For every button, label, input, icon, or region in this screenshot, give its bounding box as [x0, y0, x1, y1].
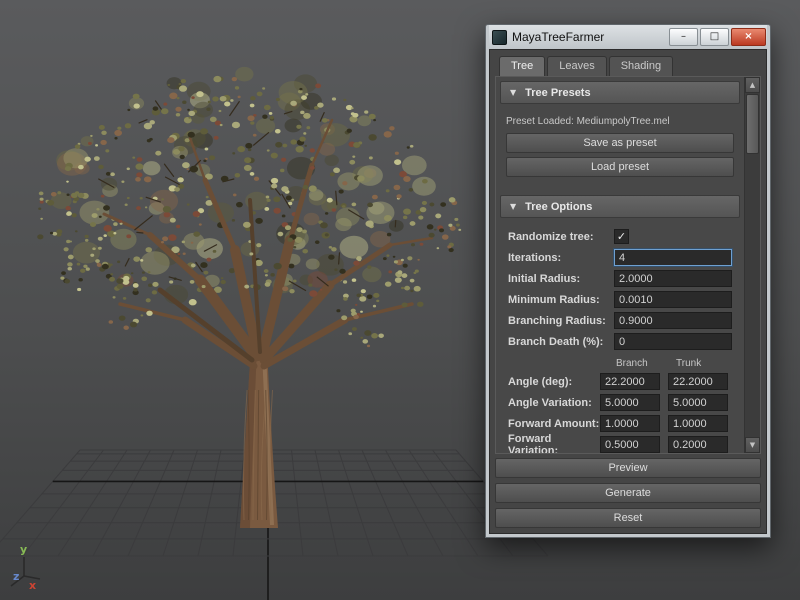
- field-label: Forward Amount:: [508, 417, 600, 430]
- field-row-initial-radius: Initial Radius:: [508, 268, 736, 289]
- field-row-branching-radius: Branching Radius:: [508, 310, 736, 331]
- reset-button[interactable]: Reset: [495, 508, 761, 528]
- tree-model: [37, 66, 462, 528]
- angle-trunk-input[interactable]: [668, 373, 728, 390]
- close-button[interactable]: ×: [731, 28, 766, 46]
- column-header-trunk: Trunk: [676, 358, 702, 369]
- window-body: Tree Leaves Shading ▼ Tree Presets Prese…: [489, 49, 767, 534]
- randomize-tree-checkbox[interactable]: ✓: [614, 229, 629, 244]
- field-row-forward-variation: Forward Variation:: [508, 432, 736, 454]
- field-label: Angle Variation:: [508, 396, 592, 409]
- tab-shading[interactable]: Shading: [608, 56, 674, 76]
- field-row-angle-variation: Angle Variation:: [508, 392, 736, 413]
- tab-bar: Tree Leaves Shading: [490, 50, 766, 76]
- svg-text:z: z: [13, 570, 19, 583]
- scroll-down-icon: ▼: [749, 441, 756, 449]
- scroll-up-icon: ▲: [749, 81, 756, 89]
- maximize-icon: □: [709, 31, 720, 42]
- field-label: Forward Variation:: [508, 432, 559, 454]
- tree-tab-content: ▼ Tree Presets Preset Loaded: Mediumpoly…: [495, 76, 761, 454]
- scroll-up-button[interactable]: ▲: [745, 77, 760, 93]
- frame-title-presets: Tree Presets: [525, 86, 591, 99]
- field-row-randomize: Randomize tree: ✓: [508, 226, 736, 247]
- field-row-angle: Angle (deg):: [508, 371, 736, 392]
- branching-radius-input[interactable]: [614, 312, 732, 329]
- options-scrollbar[interactable]: ▲ ▼: [744, 77, 760, 453]
- initial-radius-input[interactable]: [614, 270, 732, 287]
- scroll-down-button[interactable]: ▼: [745, 437, 760, 453]
- angle-variation-branch-input[interactable]: [600, 394, 660, 411]
- field-label: Branch Death (%):: [508, 335, 604, 348]
- field-label: Initial Radius:: [508, 272, 581, 285]
- svg-text:x: x: [29, 579, 36, 592]
- angle-variation-trunk-input[interactable]: [668, 394, 728, 411]
- maya-tree-farmer-window: MayaTreeFarmer – □ × Tree Leaves Shading…: [485, 24, 771, 538]
- column-header-branch: Branch: [616, 358, 648, 369]
- tree-presets-header[interactable]: ▼ Tree Presets: [500, 81, 740, 104]
- tab-leaves[interactable]: Leaves: [547, 56, 607, 76]
- generate-button[interactable]: Generate: [495, 483, 761, 503]
- field-row-forward-amount: Forward Amount:: [508, 413, 736, 434]
- checkmark-icon: ✓: [616, 230, 627, 243]
- forward-variation-trunk-input[interactable]: [668, 436, 728, 453]
- field-row-minimum-radius: Minimum Radius:: [508, 289, 736, 310]
- forward-variation-branch-input[interactable]: [600, 436, 660, 453]
- field-label: Iterations:: [508, 251, 562, 264]
- options-scroll-area: ▼ Tree Presets Preset Loaded: Mediumpoly…: [496, 77, 744, 453]
- window-titlebar[interactable]: MayaTreeFarmer – □ ×: [489, 25, 767, 49]
- window-title: MayaTreeFarmer: [512, 30, 605, 44]
- minimize-icon: –: [681, 31, 686, 42]
- field-row-branch-death: Branch Death (%):: [508, 331, 736, 352]
- view-axis-indicator: y zx: [10, 543, 41, 592]
- preset-loaded-text: Preset Loaded: MediumpolyTree.mel: [506, 116, 670, 127]
- maximize-button[interactable]: □: [700, 28, 729, 46]
- field-row-iterations: Iterations:: [508, 247, 736, 268]
- collapse-triangle-icon: ▼: [510, 88, 517, 97]
- frame-title-options: Tree Options: [525, 200, 593, 213]
- forward-amount-branch-input[interactable]: [600, 415, 660, 432]
- field-label: Minimum Radius:: [508, 293, 600, 306]
- minimum-radius-input[interactable]: [614, 291, 732, 308]
- tree-options-header[interactable]: ▼ Tree Options: [500, 195, 740, 218]
- close-icon: ×: [744, 31, 753, 42]
- scrollbar-thumb[interactable]: [746, 94, 759, 154]
- window-controls: – □ ×: [667, 28, 766, 46]
- iterations-input[interactable]: [614, 249, 732, 266]
- tab-tree[interactable]: Tree: [499, 56, 546, 76]
- field-label: Randomize tree:: [508, 230, 594, 243]
- minimize-button[interactable]: –: [669, 28, 698, 46]
- collapse-triangle-icon: ▼: [510, 202, 517, 211]
- field-label: Branching Radius:: [508, 314, 606, 327]
- window-icon: [492, 29, 507, 45]
- forward-amount-trunk-input[interactable]: [668, 415, 728, 432]
- options-rows: Randomize tree: ✓ Iterations: Initial Ra…: [496, 226, 744, 453]
- footer-buttons: Preview Generate Reset: [490, 454, 766, 533]
- save-preset-button[interactable]: Save as preset: [506, 133, 734, 153]
- branch-death-input[interactable]: [614, 333, 732, 350]
- angle-branch-input[interactable]: [600, 373, 660, 390]
- preview-button[interactable]: Preview: [495, 458, 761, 478]
- field-label: Angle (deg):: [508, 375, 573, 388]
- column-headers: Branch Trunk: [508, 358, 736, 371]
- load-preset-button[interactable]: Load preset: [506, 157, 734, 177]
- svg-text:y: y: [20, 543, 27, 556]
